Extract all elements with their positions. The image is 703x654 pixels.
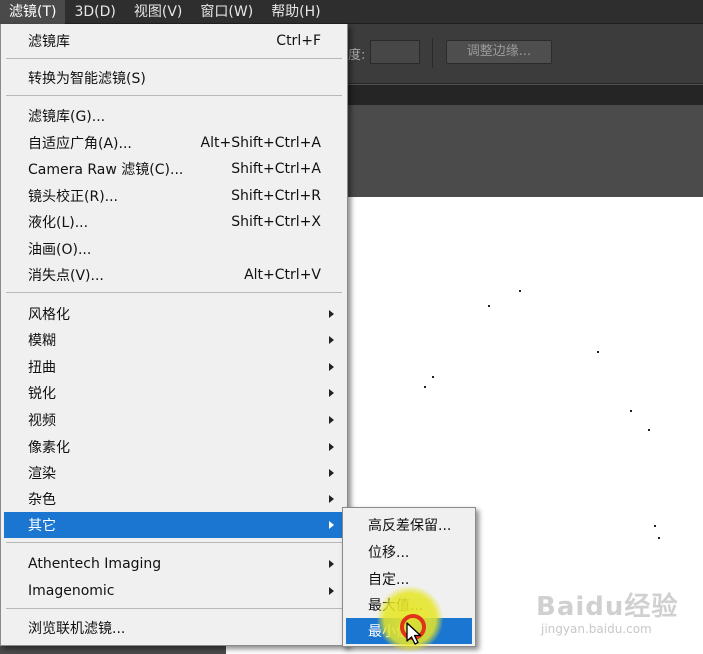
canvas-speck [658, 537, 660, 539]
menu-item-label: 渲染 [28, 466, 56, 482]
menu-item-render[interactable]: 渲染 [4, 460, 344, 486]
menu-item-label: 镜头校正(R)... [28, 189, 119, 205]
watermark-logo: Baidu经验 [536, 592, 679, 622]
menu-item-stylize[interactable]: 风格化 [4, 301, 344, 327]
menu-item-other[interactable]: 其它 [4, 512, 344, 538]
menu-item-label: Camera Raw 滤镜(C)... [28, 162, 184, 178]
canvas-speck [424, 386, 426, 388]
canvas-speck [648, 429, 650, 431]
submenu-arrow-icon [329, 310, 334, 318]
watermark-url: jingyan.baidu.com [541, 622, 652, 636]
menu-item-label: 滤镜库(G)... [28, 109, 106, 125]
menu-item-label: 其它 [28, 518, 56, 534]
menu-item-label: 油画(O)... [28, 242, 92, 258]
mouse-pointer-icon [406, 622, 422, 645]
menu-item-label: Athentech Imaging [28, 556, 162, 572]
submenu-arrow-icon [329, 363, 334, 371]
menu-item-label: 自适应广角(A)... [28, 136, 132, 152]
canvas-speck [519, 290, 521, 292]
menu-3d[interactable]: 3D(D) [65, 0, 124, 24]
submenu-arrow-icon [329, 495, 334, 503]
menu-item-label: 液化(L)... [28, 215, 89, 231]
menu-item-shortcut: Shift+Ctrl+A [231, 161, 321, 177]
menu-item-shortcut: Ctrl+F [276, 33, 321, 49]
menu-item-label: 转换为智能滤镜(S) [28, 71, 146, 87]
menu-item-pixelate[interactable]: 像素化 [4, 434, 344, 460]
menu-item-vanishing-point[interactable]: 消失点(V)... Alt+Ctrl+V [4, 262, 344, 288]
menu-item-label: 杂色 [28, 492, 56, 508]
menu-item-imagenomic[interactable]: Imagenomic [4, 578, 344, 604]
submenu-arrow-icon [329, 443, 334, 451]
refine-edge-button[interactable]: 调整边缘... [446, 40, 552, 64]
option-label: 度: [348, 48, 366, 63]
menu-item-browse-online-filters[interactable]: 浏览联机滤镜... [4, 615, 344, 641]
submenu-arrow-icon [329, 336, 334, 344]
menu-bar: 滤镜(T) 3D(D) 视图(V) 窗口(W) 帮助(H) [0, 0, 703, 24]
submenu-item-label: 高反差保留... [368, 518, 452, 534]
submenu-arrow-icon [329, 587, 334, 595]
menu-item-camera-raw[interactable]: Camera Raw 滤镜(C)... Shift+Ctrl+A [4, 156, 344, 182]
menu-item-liquify[interactable]: 液化(L)... Shift+Ctrl+X [4, 209, 344, 235]
menu-item-noise[interactable]: 杂色 [4, 486, 344, 512]
menu-item-label: Imagenomic [28, 583, 115, 599]
menu-item-label: 浏览联机滤镜... [28, 621, 126, 637]
canvas-speck [488, 305, 490, 307]
menu-item-label: 模糊 [28, 333, 56, 349]
canvas-speck [654, 525, 656, 527]
menu-item-label: 风格化 [28, 307, 70, 323]
submenu-arrow-icon [329, 560, 334, 568]
menu-item-lens-correction[interactable]: 镜头校正(R)... Shift+Ctrl+R [4, 183, 344, 209]
submenu-arrow-icon [329, 416, 334, 424]
menu-item-athentech-imaging[interactable]: Athentech Imaging [4, 551, 344, 577]
menu-separator [6, 542, 342, 543]
menu-item-shortcut: Alt+Shift+Ctrl+A [200, 135, 321, 151]
options-divider [432, 38, 433, 68]
menu-separator [6, 95, 342, 96]
menu-item-blur[interactable]: 模糊 [4, 327, 344, 353]
menu-item-label: 像素化 [28, 440, 70, 456]
menu-item-distort[interactable]: 扭曲 [4, 354, 344, 380]
menu-help[interactable]: 帮助(H) [262, 0, 329, 24]
menu-item-oil-paint[interactable]: 油画(O)... [4, 236, 344, 262]
menu-item-label: 消失点(V)... [28, 268, 104, 284]
menu-window[interactable]: 窗口(W) [191, 0, 262, 24]
menu-separator [6, 608, 342, 609]
menu-view[interactable]: 视图(V) [125, 0, 192, 24]
menu-item-last-filter[interactable]: 滤镜库 Ctrl+F [4, 28, 344, 54]
menu-item-video[interactable]: 视频 [4, 407, 344, 433]
menu-item-shortcut: Alt+Ctrl+V [244, 267, 321, 283]
menu-item-shortcut: Shift+Ctrl+X [231, 214, 321, 230]
menu-separator [6, 58, 342, 59]
menu-item-adaptive-wide-angle[interactable]: 自适应广角(A)... Alt+Shift+Ctrl+A [4, 130, 344, 156]
canvas-speck [630, 410, 632, 412]
submenu-arrow-icon [329, 389, 334, 397]
submenu-item-label: 位移... [368, 545, 410, 561]
menu-item-label: 锐化 [28, 386, 56, 402]
menu-item-label: 扭曲 [28, 360, 56, 376]
menu-item-convert-smart-filters[interactable]: 转换为智能滤镜(S) [4, 65, 344, 91]
menu-item-label: 视频 [28, 413, 56, 429]
submenu-item-offset[interactable]: 位移... [346, 539, 472, 565]
submenu-arrow-icon [329, 521, 334, 529]
option-value-field[interactable] [370, 40, 420, 64]
submenu-arrow-icon [329, 469, 334, 477]
filter-dropdown-menu: 滤镜库 Ctrl+F 转换为智能滤镜(S) 滤镜库(G)... 自适应广角(A)… [0, 24, 348, 646]
submenu-item-high-pass[interactable]: 高反差保留... [346, 512, 472, 538]
menu-item-shortcut: Shift+Ctrl+R [231, 188, 321, 204]
menu-item-label: 滤镜库 [28, 34, 70, 50]
canvas-speck [432, 376, 434, 378]
menu-filter[interactable]: 滤镜(T) [0, 0, 66, 24]
menu-separator [6, 292, 342, 293]
menu-item-filter-gallery[interactable]: 滤镜库(G)... [4, 103, 344, 129]
menu-item-sharpen[interactable]: 锐化 [4, 380, 344, 406]
canvas-speck [597, 351, 599, 353]
